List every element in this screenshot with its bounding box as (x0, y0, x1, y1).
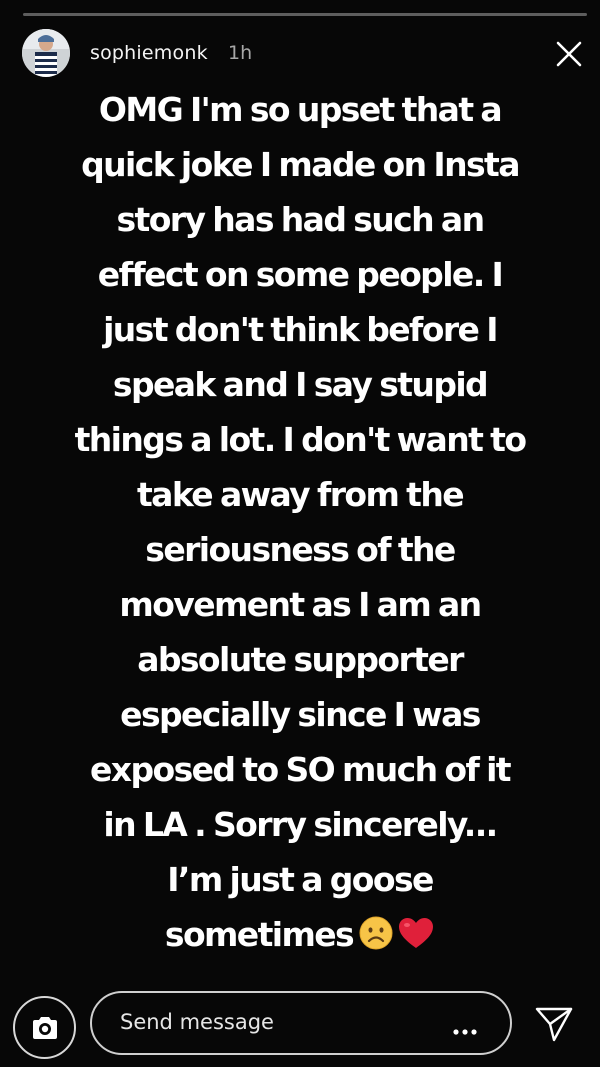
story-text-line: take away from the (136, 475, 465, 514)
story-text-line: movement as I am an (119, 585, 482, 624)
story-progress-bar (23, 13, 587, 16)
story-timestamp: 1h (228, 42, 253, 64)
more-options-button[interactable] (452, 1021, 478, 1035)
send-message-field[interactable] (90, 991, 512, 1055)
story-text-line: just don't think before I (103, 310, 498, 349)
story-text-line: speak and I say stupid (112, 365, 489, 404)
camera-button[interactable] (13, 996, 76, 1059)
camera-icon (33, 1017, 57, 1039)
story-text-line: I’m just a goose (167, 860, 434, 899)
close-button[interactable] (556, 41, 582, 67)
story-text-line: OMG I'm so upset that a (98, 90, 503, 129)
more-options-icon (453, 1029, 477, 1035)
red-heart-icon (399, 918, 434, 948)
story-text-line: absolute supporter (137, 640, 464, 679)
story-screen: sophiemonk 1h OMG I'm so upset that a qu… (0, 0, 600, 1067)
story-text: OMG I'm so upset that a quick joke I mad… (18, 82, 582, 962)
story-text-line: quick joke I made on Insta (81, 145, 520, 184)
story-text-line: sometimes (164, 915, 355, 954)
story-username[interactable]: sophiemonk (90, 42, 208, 64)
story-footer (0, 990, 600, 1059)
send-button[interactable] (534, 1004, 574, 1044)
story-text-line: seriousness of the (145, 530, 456, 569)
send-message-input[interactable] (120, 1010, 420, 1034)
story-text-line: exposed to SO much of it (90, 750, 512, 789)
story-text-line: in LA . Sorry sincerely... (103, 805, 498, 844)
avatar-image (22, 29, 70, 77)
story-text-line: especially since I was (120, 695, 481, 734)
story-header: sophiemonk 1h (22, 29, 588, 79)
send-icon (535, 1007, 573, 1042)
close-icon (556, 41, 582, 67)
story-text-line: story has had such an (116, 200, 486, 239)
frowning-face-icon (359, 916, 393, 950)
story-text-line: things a lot. I don't want to (74, 420, 527, 459)
avatar[interactable] (22, 29, 70, 77)
story-text-line: effect on some people. I (97, 255, 504, 294)
story-text-last-line: sometimes (18, 907, 582, 962)
